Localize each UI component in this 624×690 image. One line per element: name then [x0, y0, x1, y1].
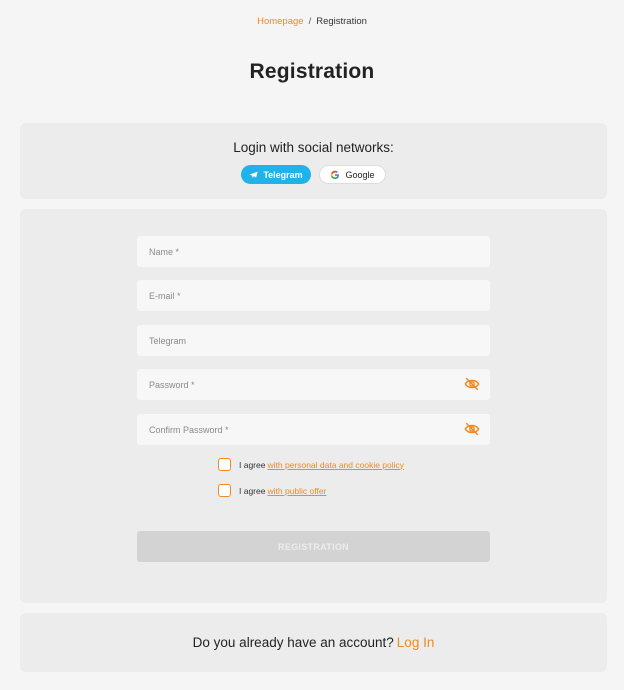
policy-agreement-row: I agree with personal data and cookie po…: [218, 458, 404, 471]
page-title: Registration: [249, 60, 375, 83]
telegram-input[interactable]: [149, 335, 478, 346]
google-button-label: Google: [345, 169, 375, 180]
eye-off-icon[interactable]: [464, 422, 480, 436]
breadcrumb-home-link[interactable]: Homepage: [257, 16, 303, 27]
account-question: Do you already have an account?: [192, 635, 394, 650]
offer-link[interactable]: with public offer: [267, 486, 326, 496]
eye-off-icon[interactable]: [464, 377, 480, 391]
social-login-title: Login with social networks:: [233, 140, 394, 155]
name-input[interactable]: [149, 246, 478, 257]
breadcrumb-current: Registration: [316, 16, 367, 27]
account-login-card: Do you already have an account? Log In: [20, 613, 607, 672]
registration-form-card: I agree with personal data and cookie po…: [20, 209, 607, 603]
social-login-card: Login with social networks: Telegram Goo…: [20, 123, 607, 199]
google-icon: [331, 170, 340, 179]
offer-agreement-row: I agree with public offer: [218, 484, 326, 497]
social-buttons: Telegram Google: [20, 165, 607, 184]
password-input[interactable]: [149, 379, 478, 390]
policy-checkbox[interactable]: [218, 458, 231, 471]
account-prompt: Do you already have an account? Log In: [20, 635, 607, 650]
policy-agree-text: I agree: [239, 459, 266, 470]
telegram-field[interactable]: [137, 325, 490, 356]
email-field[interactable]: [137, 280, 490, 311]
registration-submit-button[interactable]: REGISTRATION: [137, 531, 490, 562]
offer-agree-text: I agree: [239, 485, 266, 496]
breadcrumb: Homepage / Registration: [0, 16, 624, 27]
email-input[interactable]: [149, 290, 478, 301]
login-link[interactable]: Log In: [397, 635, 435, 650]
breadcrumb-separator: /: [308, 16, 312, 27]
telegram-login-button[interactable]: Telegram: [241, 165, 311, 184]
password-field[interactable]: [137, 369, 490, 400]
google-login-button[interactable]: Google: [319, 165, 386, 184]
name-field[interactable]: [137, 236, 490, 267]
offer-checkbox[interactable]: [218, 484, 231, 497]
confirm-password-field[interactable]: [137, 414, 490, 445]
telegram-button-label: Telegram: [263, 169, 303, 180]
confirm-password-input[interactable]: [149, 424, 478, 435]
policy-link[interactable]: with personal data and cookie policy: [267, 460, 404, 470]
telegram-icon: [249, 171, 258, 178]
